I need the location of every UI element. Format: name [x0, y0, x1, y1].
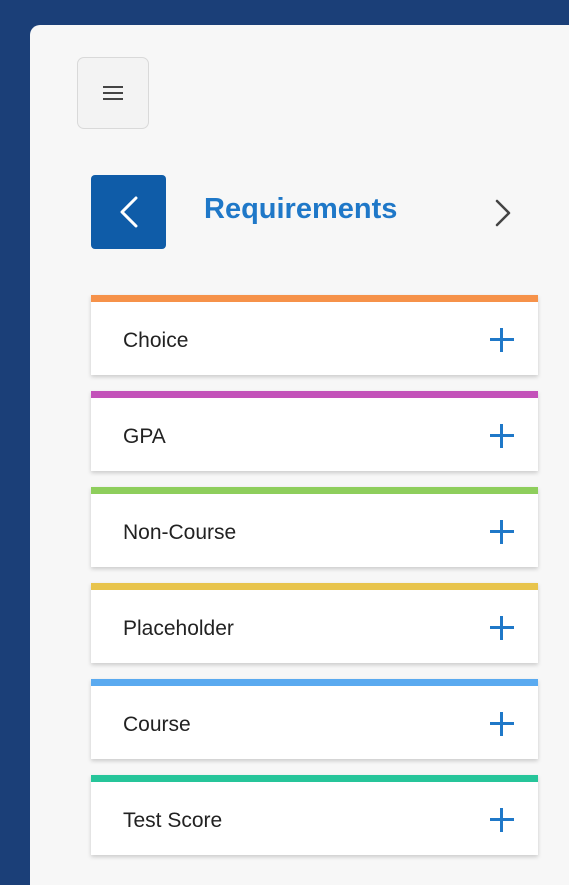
requirement-card-test-score[interactable]: Test Score [91, 775, 538, 855]
chevron-right-icon [495, 199, 511, 227]
requirement-card-choice[interactable]: Choice [91, 295, 538, 375]
chevron-left-icon [120, 196, 137, 228]
requirement-label: Non-Course [123, 521, 237, 544]
requirements-nav: Requirements [91, 175, 541, 249]
add-icon[interactable] [488, 806, 516, 834]
add-icon[interactable] [488, 518, 516, 546]
previous-button[interactable] [91, 175, 166, 249]
requirement-card-non-course[interactable]: Non-Course [91, 487, 538, 567]
requirement-label: GPA [123, 425, 166, 448]
add-icon[interactable] [488, 710, 516, 738]
requirement-label: Test Score [123, 809, 223, 832]
add-icon[interactable] [488, 326, 516, 354]
requirements-panel: Requirements Choice GPA Non-Course Place… [30, 25, 569, 885]
requirements-list: Choice GPA Non-Course Placeholder Course… [91, 295, 538, 871]
requirement-label: Choice [123, 329, 189, 352]
add-icon[interactable] [488, 614, 516, 642]
section-title: Requirements [204, 193, 398, 225]
menu-button[interactable] [77, 57, 149, 129]
add-icon[interactable] [488, 422, 516, 450]
next-button[interactable] [488, 195, 518, 231]
requirement-label: Placeholder [123, 617, 234, 640]
hamburger-icon [103, 86, 123, 100]
requirement-card-course[interactable]: Course [91, 679, 538, 759]
requirement-card-placeholder[interactable]: Placeholder [91, 583, 538, 663]
requirement-card-gpa[interactable]: GPA [91, 391, 538, 471]
requirement-label: Course [123, 713, 191, 736]
